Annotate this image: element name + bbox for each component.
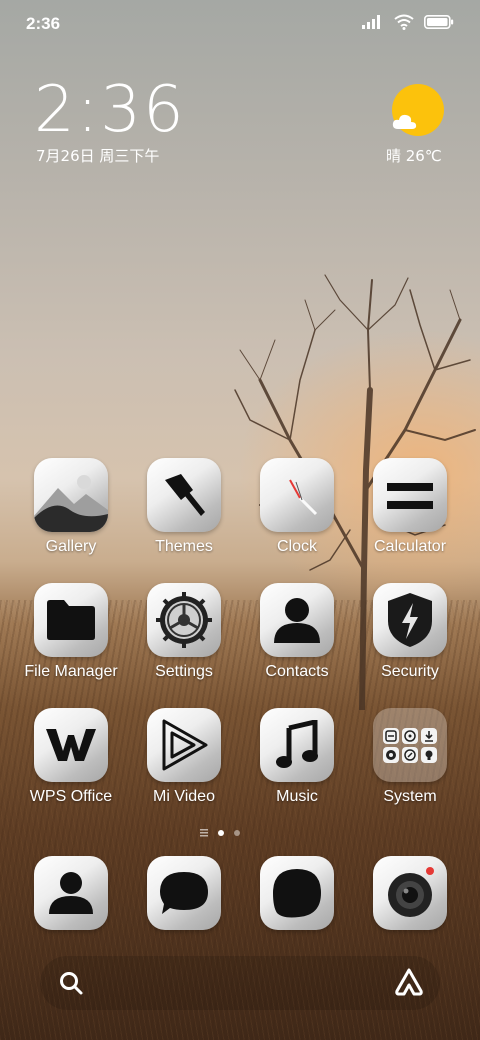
app-label: WPS Office [29, 788, 113, 805]
mini-app-icon [421, 727, 437, 744]
app-label: Contacts [265, 663, 329, 680]
battery-icon [424, 15, 454, 29]
app-label: Themes [155, 538, 213, 555]
app-file-manager[interactable]: File Manager [11, 583, 131, 681]
gallery-icon [34, 458, 108, 532]
app-label: Gallery [45, 538, 97, 555]
app-contacts[interactable]: Contacts [237, 583, 357, 681]
folder-icon [34, 583, 108, 657]
app-label: Calculator [373, 538, 447, 555]
play-icon [147, 708, 221, 782]
app-label: Mi Video [153, 788, 215, 805]
signal-icon [362, 15, 380, 29]
app-music[interactable]: Music [237, 708, 357, 806]
brush-icon [147, 458, 221, 532]
status-bar-icons [362, 14, 454, 30]
music-note-icon [260, 708, 334, 782]
dock-messages[interactable] [147, 856, 221, 930]
gear-icon [147, 583, 221, 657]
equals-icon [373, 458, 447, 532]
app-system-folder[interactable]: System [350, 708, 470, 806]
mini-app-icon [421, 746, 437, 763]
camera-icon [388, 867, 434, 917]
search-icon[interactable] [58, 970, 84, 996]
app-label: Music [276, 788, 318, 805]
clock-widget-date[interactable]: 7月26日 周三下午 [36, 145, 159, 166]
app-clock[interactable]: Clock [237, 458, 357, 556]
menu-lines-icon [200, 829, 208, 837]
page-dot [234, 830, 240, 836]
app-themes[interactable]: Themes [124, 458, 244, 556]
mini-app-icon [402, 727, 418, 744]
app-label: Settings [155, 663, 213, 680]
app-gallery[interactable]: Gallery [11, 458, 131, 556]
browser-icon [273, 869, 321, 918]
shield-bolt-icon [373, 583, 447, 657]
dock-camera[interactable] [373, 856, 447, 930]
search-bar[interactable] [40, 956, 440, 1010]
mini-app-icon [383, 746, 399, 763]
folder-grid-icon [373, 708, 447, 782]
app-calculator[interactable]: Calculator [350, 458, 470, 556]
page-dot-active [218, 830, 224, 836]
person-icon [260, 583, 334, 657]
mini-app-icon [402, 746, 418, 763]
app-security[interactable]: Security [350, 583, 470, 681]
dock-phone[interactable] [34, 856, 108, 930]
app-label: File Manager [24, 663, 118, 680]
app-mi-video[interactable]: Mi Video [124, 708, 244, 806]
app-wps-office[interactable]: WPS Office [11, 708, 131, 806]
app-label: System [383, 788, 437, 805]
phone-contact-icon [49, 872, 93, 914]
clock-icon [260, 458, 334, 532]
app-settings[interactable]: Settings [124, 583, 244, 681]
dock-browser[interactable] [260, 856, 334, 930]
wps-icon [34, 708, 108, 782]
status-bar-time: 2:36 [26, 14, 61, 33]
clock-widget-time[interactable]: 2:36 [34, 76, 186, 144]
message-bubble-icon [160, 872, 208, 914]
cloud-icon [392, 114, 417, 129]
app-label: Clock [276, 538, 317, 555]
app-label: Security [381, 663, 439, 680]
wifi-icon [394, 14, 414, 30]
mini-app-icon [383, 727, 399, 744]
weather-text[interactable]: 晴 26℃ [386, 145, 442, 166]
page-indicator[interactable] [200, 829, 240, 837]
assistant-icon[interactable] [394, 967, 424, 997]
